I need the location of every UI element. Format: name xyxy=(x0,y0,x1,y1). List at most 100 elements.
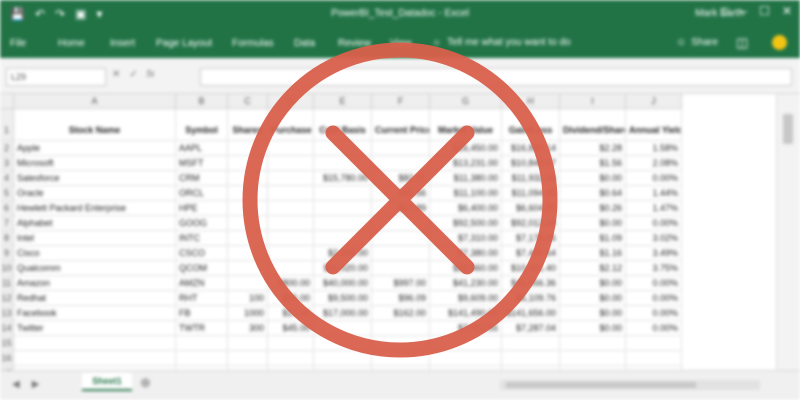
table-cell[interactable] xyxy=(314,231,372,246)
table-cell[interactable]: $16,899.14 xyxy=(502,141,560,156)
table-cell[interactable] xyxy=(268,171,314,186)
table-cell[interactable] xyxy=(314,216,372,231)
empty-cell[interactable] xyxy=(268,351,314,366)
share-button[interactable]: ☺ Share xyxy=(676,37,718,48)
table-cell[interactable] xyxy=(228,171,268,186)
empty-cell[interactable] xyxy=(502,336,560,351)
table-cell[interactable]: 0.00% xyxy=(626,171,682,186)
empty-cell[interactable] xyxy=(176,351,228,366)
table-cell[interactable]: $6,400.00 xyxy=(430,201,502,216)
table-cell[interactable]: $7,310.00 xyxy=(430,231,502,246)
table-cell[interactable] xyxy=(372,261,430,276)
table-cell[interactable]: $46.56 xyxy=(372,186,430,201)
table-cell[interactable]: INTC xyxy=(176,231,228,246)
empty-cell[interactable] xyxy=(560,351,626,366)
table-cell[interactable]: $7,380.00 xyxy=(430,246,502,261)
table-cell[interactable]: $17,000.00 xyxy=(314,306,372,321)
tab-page-layout[interactable]: Page Layout xyxy=(156,38,212,49)
table-cell[interactable]: $1.09 xyxy=(560,231,626,246)
row-number[interactable]: 10 xyxy=(0,261,14,276)
table-header-cell[interactable]: Gain/Loss xyxy=(502,109,560,141)
column-header[interactable]: G xyxy=(430,94,502,109)
tab-data[interactable]: Data xyxy=(294,38,315,49)
table-cell[interactable]: $96.09 xyxy=(372,291,430,306)
table-cell[interactable]: AMZN xyxy=(176,276,228,291)
table-cell[interactable]: RHT xyxy=(176,291,228,306)
table-cell[interactable]: Hewlett Packard Enterprise xyxy=(14,201,176,216)
table-cell[interactable]: Facebook xyxy=(14,306,176,321)
column-header[interactable]: C xyxy=(228,94,268,109)
table-cell[interactable] xyxy=(268,186,314,201)
table-cell[interactable]: TWTR xyxy=(176,321,228,336)
table-cell[interactable]: $0.00 xyxy=(560,306,626,321)
select-all-corner[interactable] xyxy=(0,94,14,109)
table-header-cell[interactable]: Market Value xyxy=(430,109,502,141)
column-header[interactable]: H xyxy=(502,94,560,109)
table-cell[interactable]: AAPL xyxy=(176,141,228,156)
table-cell[interactable] xyxy=(372,156,430,171)
table-cell[interactable] xyxy=(228,216,268,231)
column-header[interactable]: A xyxy=(14,94,176,109)
table-cell[interactable] xyxy=(372,216,430,231)
row-number[interactable]: 4 xyxy=(0,171,14,186)
empty-cell[interactable] xyxy=(372,351,430,366)
table-cell[interactable]: $2.12 xyxy=(560,261,626,276)
table-cell[interactable]: 0.00% xyxy=(626,276,682,291)
row-number[interactable]: 13 xyxy=(0,306,14,321)
table-cell[interactable]: $2,000.00 xyxy=(314,246,372,261)
table-cell[interactable]: $0.00 xyxy=(560,276,626,291)
table-cell[interactable] xyxy=(268,201,314,216)
table-cell[interactable]: $13,231.00 xyxy=(430,156,502,171)
table-cell[interactable] xyxy=(228,141,268,156)
empty-cell[interactable] xyxy=(502,351,560,366)
table-cell[interactable]: $21,460.00 xyxy=(430,261,502,276)
table-cell[interactable]: $9,500.00 xyxy=(314,291,372,306)
table-cell[interactable]: QCOM xyxy=(176,261,228,276)
table-cell[interactable] xyxy=(314,321,372,336)
empty-cell[interactable] xyxy=(314,336,372,351)
tab-insert[interactable]: Insert xyxy=(110,38,135,49)
table-cell[interactable]: $17.89 xyxy=(372,201,430,216)
table-cell[interactable] xyxy=(228,186,268,201)
table-cell[interactable] xyxy=(268,246,314,261)
empty-cell[interactable] xyxy=(314,351,372,366)
table-cell[interactable]: $95.00 xyxy=(268,291,314,306)
table-cell[interactable]: $0.00 xyxy=(560,171,626,186)
table-cell[interactable]: 100 xyxy=(228,291,268,306)
scroll-right-icon[interactable]: ▶ xyxy=(32,379,40,390)
table-cell[interactable]: 0.00% xyxy=(626,291,682,306)
row-number[interactable]: 12 xyxy=(0,291,14,306)
feedback-smiley-icon[interactable] xyxy=(772,35,787,50)
table-cell[interactable]: Amazon xyxy=(14,276,176,291)
row-number[interactable]: 16 xyxy=(0,351,14,366)
tab-view[interactable]: View xyxy=(390,38,412,49)
column-header[interactable]: E xyxy=(314,94,372,109)
table-cell[interactable]: 3.49% xyxy=(626,246,682,261)
table-cell[interactable]: Intel xyxy=(14,231,176,246)
table-cell[interactable] xyxy=(372,231,430,246)
table-cell[interactable] xyxy=(314,141,372,156)
empty-cell[interactable] xyxy=(626,336,682,351)
table-cell[interactable] xyxy=(314,186,372,201)
table-cell[interactable]: $45.00 xyxy=(268,321,314,336)
tab-file[interactable]: File xyxy=(10,38,26,49)
horizontal-scrollbar[interactable] xyxy=(500,380,760,390)
table-cell[interactable]: $7,902.55 xyxy=(430,321,502,336)
table-cell[interactable]: 300 xyxy=(228,321,268,336)
table-cell[interactable]: $11,020.00 xyxy=(314,261,372,276)
row-number[interactable]: 2 xyxy=(0,141,14,156)
table-cell[interactable]: $16,450.00 xyxy=(430,141,502,156)
table-cell[interactable]: $0.00 xyxy=(560,291,626,306)
table-cell[interactable]: $17.00 xyxy=(268,306,314,321)
table-cell[interactable]: 1.44% xyxy=(626,186,682,201)
table-header-cell[interactable]: Annual Yield xyxy=(626,109,682,141)
table-cell[interactable]: 0.00% xyxy=(626,216,682,231)
table-cell[interactable] xyxy=(228,231,268,246)
table-cell[interactable]: 2.08% xyxy=(626,156,682,171)
table-cell[interactable]: $2.28 xyxy=(560,141,626,156)
table-cell[interactable]: ORCL xyxy=(176,186,228,201)
table-cell[interactable]: 0.00% xyxy=(626,306,682,321)
table-cell[interactable]: $0.26 xyxy=(560,201,626,216)
maximize-icon[interactable]: ☐ xyxy=(759,4,770,18)
table-cell[interactable] xyxy=(228,156,268,171)
